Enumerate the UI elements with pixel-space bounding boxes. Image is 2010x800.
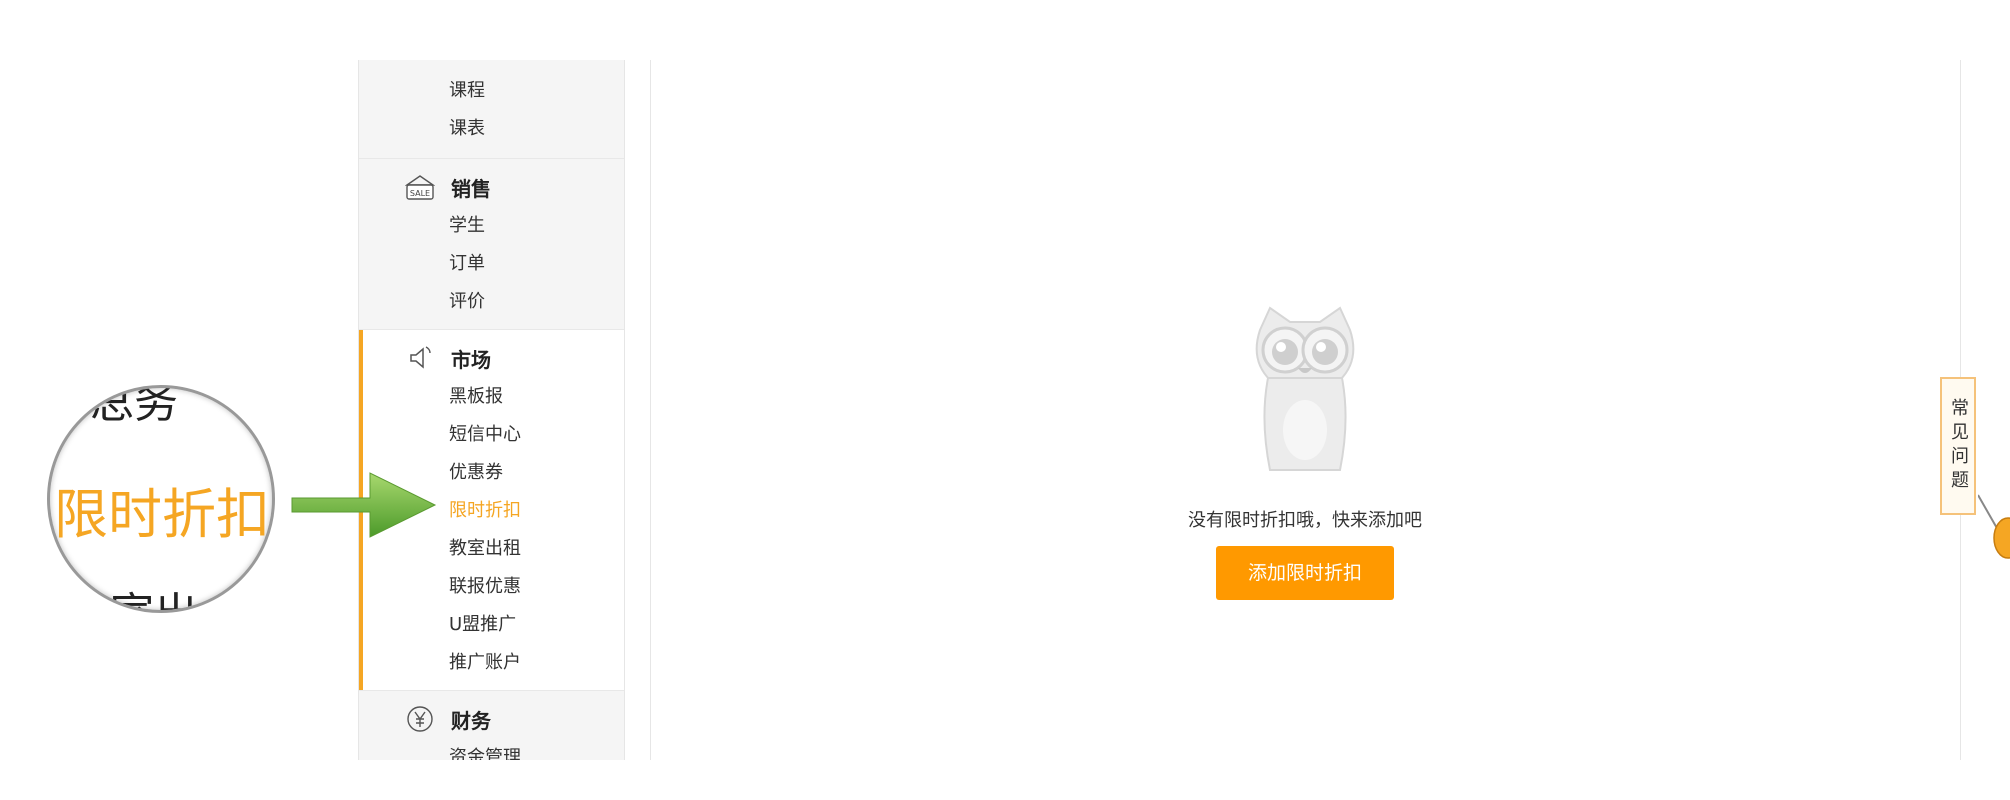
sidebar-group-header[interactable]: 财务 <box>359 691 624 739</box>
magnifier-top-text: 总务 <box>90 385 178 428</box>
faq-tab[interactable]: 常见问题 <box>1940 377 1976 515</box>
sidebar-item-u-alliance[interactable]: U盟推广 <box>359 606 624 644</box>
sidebar-item-reviews[interactable]: 评价 <box>359 283 624 321</box>
magnifier-bottom-text: 室出 <box>110 578 198 610</box>
sidebar-item-sms-center[interactable]: 短信中心 <box>359 416 624 454</box>
sidebar-group-finance: 财务 资金管理 <box>359 691 624 760</box>
sidebar-group-course: 课程 课表 <box>359 60 624 159</box>
sidebar-group-header[interactable]: SALE 销售 <box>359 159 624 207</box>
svg-text:SALE: SALE <box>410 189 430 198</box>
magnifier-main-text: 限时折扣 <box>54 483 270 546</box>
sidebar-group-sales: SALE 销售 学生 订单 评价 <box>359 159 624 330</box>
sidebar-group-header[interactable]: 市场 <box>359 330 624 378</box>
sidebar-item-course[interactable]: 课程 <box>359 72 624 110</box>
sidebar-item-blackboard[interactable]: 黑板报 <box>359 378 624 416</box>
pointer-arrow-icon <box>291 472 437 538</box>
content-left-border <box>650 60 651 760</box>
yen-icon <box>405 704 435 734</box>
sidebar-item-bundle-offer[interactable]: 联报优惠 <box>359 568 624 606</box>
sidebar: 课程 课表 SALE 销售 学生 订单 评价 市场 黑板报 短信中心 优惠券 限… <box>358 60 625 760</box>
sale-icon: SALE <box>405 172 435 202</box>
owl-icon <box>1255 306 1355 471</box>
magnifier-callout: 总务 限时折扣 室出 <box>47 385 275 613</box>
sidebar-group-title-sales: 销售 <box>451 176 491 201</box>
empty-message: 没有限时折扣哦，快来添加吧 <box>1188 510 1422 531</box>
faq-label: 常见问题 <box>1948 398 1969 494</box>
sidebar-group-title-finance: 财务 <box>451 708 491 733</box>
empty-state: 没有限时折扣哦，快来添加吧 添加限时折扣 <box>1140 300 1470 600</box>
add-limited-discount-button[interactable]: 添加限时折扣 <box>1216 546 1394 600</box>
sidebar-item-orders[interactable]: 订单 <box>359 245 624 283</box>
sidebar-item-schedule[interactable]: 课表 <box>359 110 624 148</box>
sidebar-item-students[interactable]: 学生 <box>359 207 624 245</box>
megaphone-icon <box>405 343 435 373</box>
sidebar-group-title-market: 市场 <box>451 347 491 372</box>
sidebar-item-promo-account[interactable]: 推广账户 <box>359 644 624 682</box>
mascot-icon <box>1978 494 2010 559</box>
sidebar-item-fund-management[interactable]: 资金管理 <box>359 739 624 760</box>
